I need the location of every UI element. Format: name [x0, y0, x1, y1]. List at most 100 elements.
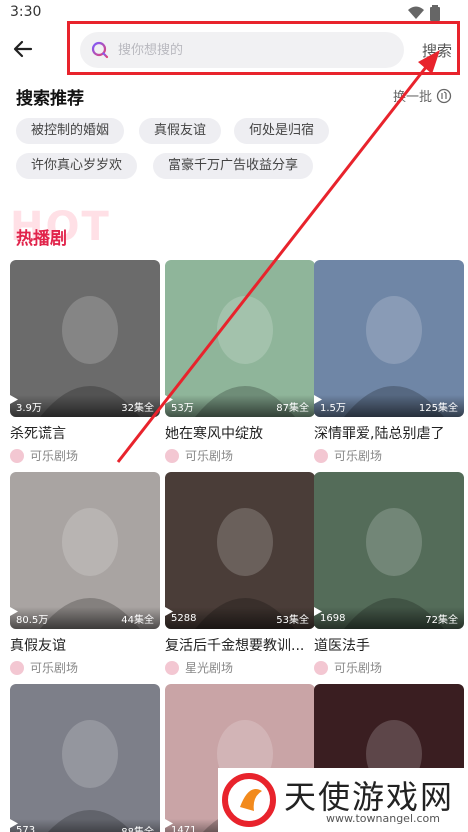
drama-card[interactable]: 80.5万 44集全真假友谊可乐剧场: [10, 472, 160, 676]
drama-poster[interactable]: 1698 72集全: [314, 472, 464, 629]
episode-count: 87集全: [276, 402, 309, 414]
status-time: 3:30: [10, 4, 42, 20]
source-name: 可乐剧场: [334, 661, 383, 675]
episode-count: 88集全: [121, 826, 154, 832]
play-count-text: 1698: [320, 612, 346, 624]
source-avatar: [165, 660, 179, 675]
drama-title[interactable]: 深情罪爱,陆总别虐了: [314, 423, 464, 443]
drama-title[interactable]: 道医法手: [314, 635, 464, 655]
drama-source: 可乐剧场: [165, 447, 315, 464]
play-icon: [10, 395, 18, 404]
drama-poster[interactable]: 3.9万 32集全: [10, 260, 160, 417]
source-avatar: [10, 448, 24, 463]
wifi-icon: [408, 6, 424, 19]
drama-poster[interactable]: 573 88集全: [10, 684, 160, 832]
poster-image: [10, 472, 160, 629]
play-count: 80.5万: [10, 607, 49, 626]
drama-title[interactable]: 真假友谊: [10, 635, 160, 655]
source-name: 可乐剧场: [30, 449, 79, 463]
play-count-text: 80.5万: [16, 614, 49, 626]
source-avatar: [165, 448, 179, 463]
search-bar-highlight: 搜索: [67, 21, 460, 75]
poster-meta: 3.9万 32集全: [10, 395, 160, 417]
play-count: 1698: [314, 607, 346, 624]
search-icon: [91, 41, 109, 59]
play-count: 53万: [165, 395, 194, 414]
source-avatar: [314, 660, 328, 675]
play-icon: [314, 395, 322, 404]
back-arrow-icon[interactable]: [12, 38, 34, 60]
refresh-button[interactable]: 换一批: [393, 86, 452, 105]
play-icon: [165, 607, 173, 616]
episode-count: 72集全: [425, 614, 458, 626]
recommend-tag[interactable]: 许你真心岁岁欢: [16, 153, 138, 179]
play-count: 3.9万: [10, 395, 42, 414]
recommend-tag[interactable]: 何处是归宿: [234, 118, 330, 144]
play-icon: [165, 395, 173, 404]
search-box[interactable]: [80, 32, 404, 68]
play-icon: [10, 607, 18, 616]
source-avatar: [314, 448, 328, 463]
source-avatar: [10, 660, 24, 675]
poster-meta: 53万 87集全: [165, 395, 315, 417]
refresh-label: 换一批: [392, 90, 432, 105]
drama-poster[interactable]: 1.5万 125集全: [314, 260, 464, 417]
search-input[interactable]: [118, 32, 388, 68]
source-name: 星光剧场: [185, 661, 234, 675]
drama-card[interactable]: 1698 72集全道医法手可乐剧场: [314, 472, 464, 676]
drama-source: 可乐剧场: [314, 447, 464, 464]
drama-card[interactable]: 53万 87集全她在寒风中绽放 可乐剧场: [165, 260, 315, 464]
poster-meta: 1698 72集全: [314, 607, 464, 629]
watermark-url: www.townangel.com: [326, 812, 440, 825]
episode-count: 125集全: [418, 402, 458, 414]
watermark-logo-icon: [222, 773, 276, 827]
poster-image: [165, 260, 315, 417]
poster-meta: 1.5万 125集全: [314, 395, 464, 417]
play-count-text: 1471: [171, 824, 197, 832]
hot-section-title: 热播剧: [16, 229, 67, 249]
status-icons: [408, 5, 440, 21]
play-count: 5288: [165, 607, 197, 624]
drama-title[interactable]: 她在寒风中绽放: [165, 423, 315, 443]
episode-count: 44集全: [121, 614, 154, 626]
drama-poster[interactable]: 53万 87集全: [165, 260, 315, 417]
play-count: 573: [10, 819, 36, 832]
drama-poster[interactable]: 5288 53集全: [165, 472, 315, 629]
drama-title[interactable]: 杀死谎言: [10, 423, 160, 443]
source-name: 可乐剧场: [30, 661, 79, 675]
poster-image: [10, 260, 160, 417]
source-name: 可乐剧场: [334, 449, 383, 463]
search-button[interactable]: 搜索: [422, 40, 452, 61]
poster-meta: 5288 53集全: [165, 607, 315, 629]
drama-source: 可乐剧场: [10, 447, 160, 464]
recommend-title: 搜索推荐: [16, 89, 84, 109]
play-count-text: 573: [16, 824, 36, 832]
recommend-tag[interactable]: 富豪千万广告收益分享: [153, 153, 314, 179]
poster-image: [314, 260, 464, 417]
episode-count: 53集全: [276, 614, 309, 626]
play-icon: [165, 819, 173, 828]
drama-card[interactable]: 573 88集全: [10, 684, 160, 832]
recommend-tag[interactable]: 真假友谊: [139, 118, 222, 144]
drama-source: 可乐剧场: [10, 659, 160, 676]
play-count-text: 1.5万: [320, 402, 346, 414]
poster-image: [10, 684, 160, 832]
drama-source: 可乐剧场: [314, 659, 464, 676]
play-count: 1471: [165, 819, 197, 832]
play-icon: [10, 819, 18, 828]
play-icon: [314, 607, 322, 616]
episode-count: 32集全: [121, 402, 154, 414]
drama-card[interactable]: 3.9万 32集全杀死谎言可乐剧场: [10, 260, 160, 464]
play-count-text: 5288: [171, 612, 197, 624]
poster-meta: 573 88集全: [10, 819, 160, 832]
drama-source: 星光剧场: [165, 659, 315, 676]
battery-icon: [430, 5, 440, 21]
drama-title[interactable]: 复活后千金想要教训...: [165, 635, 315, 655]
recommend-tag[interactable]: 被控制的婚姻: [16, 118, 125, 144]
drama-card[interactable]: 5288 53集全复活后千金想要教训... 星光剧场: [165, 472, 315, 676]
refresh-icon: [436, 88, 452, 103]
drama-poster[interactable]: 80.5万 44集全: [10, 472, 160, 629]
drama-card[interactable]: 1.5万 125集全深情罪爱,陆总别虐了可乐剧场: [314, 260, 464, 464]
poster-image: [314, 472, 464, 629]
watermark: 天使游戏网 www.townangel.com: [218, 768, 468, 832]
